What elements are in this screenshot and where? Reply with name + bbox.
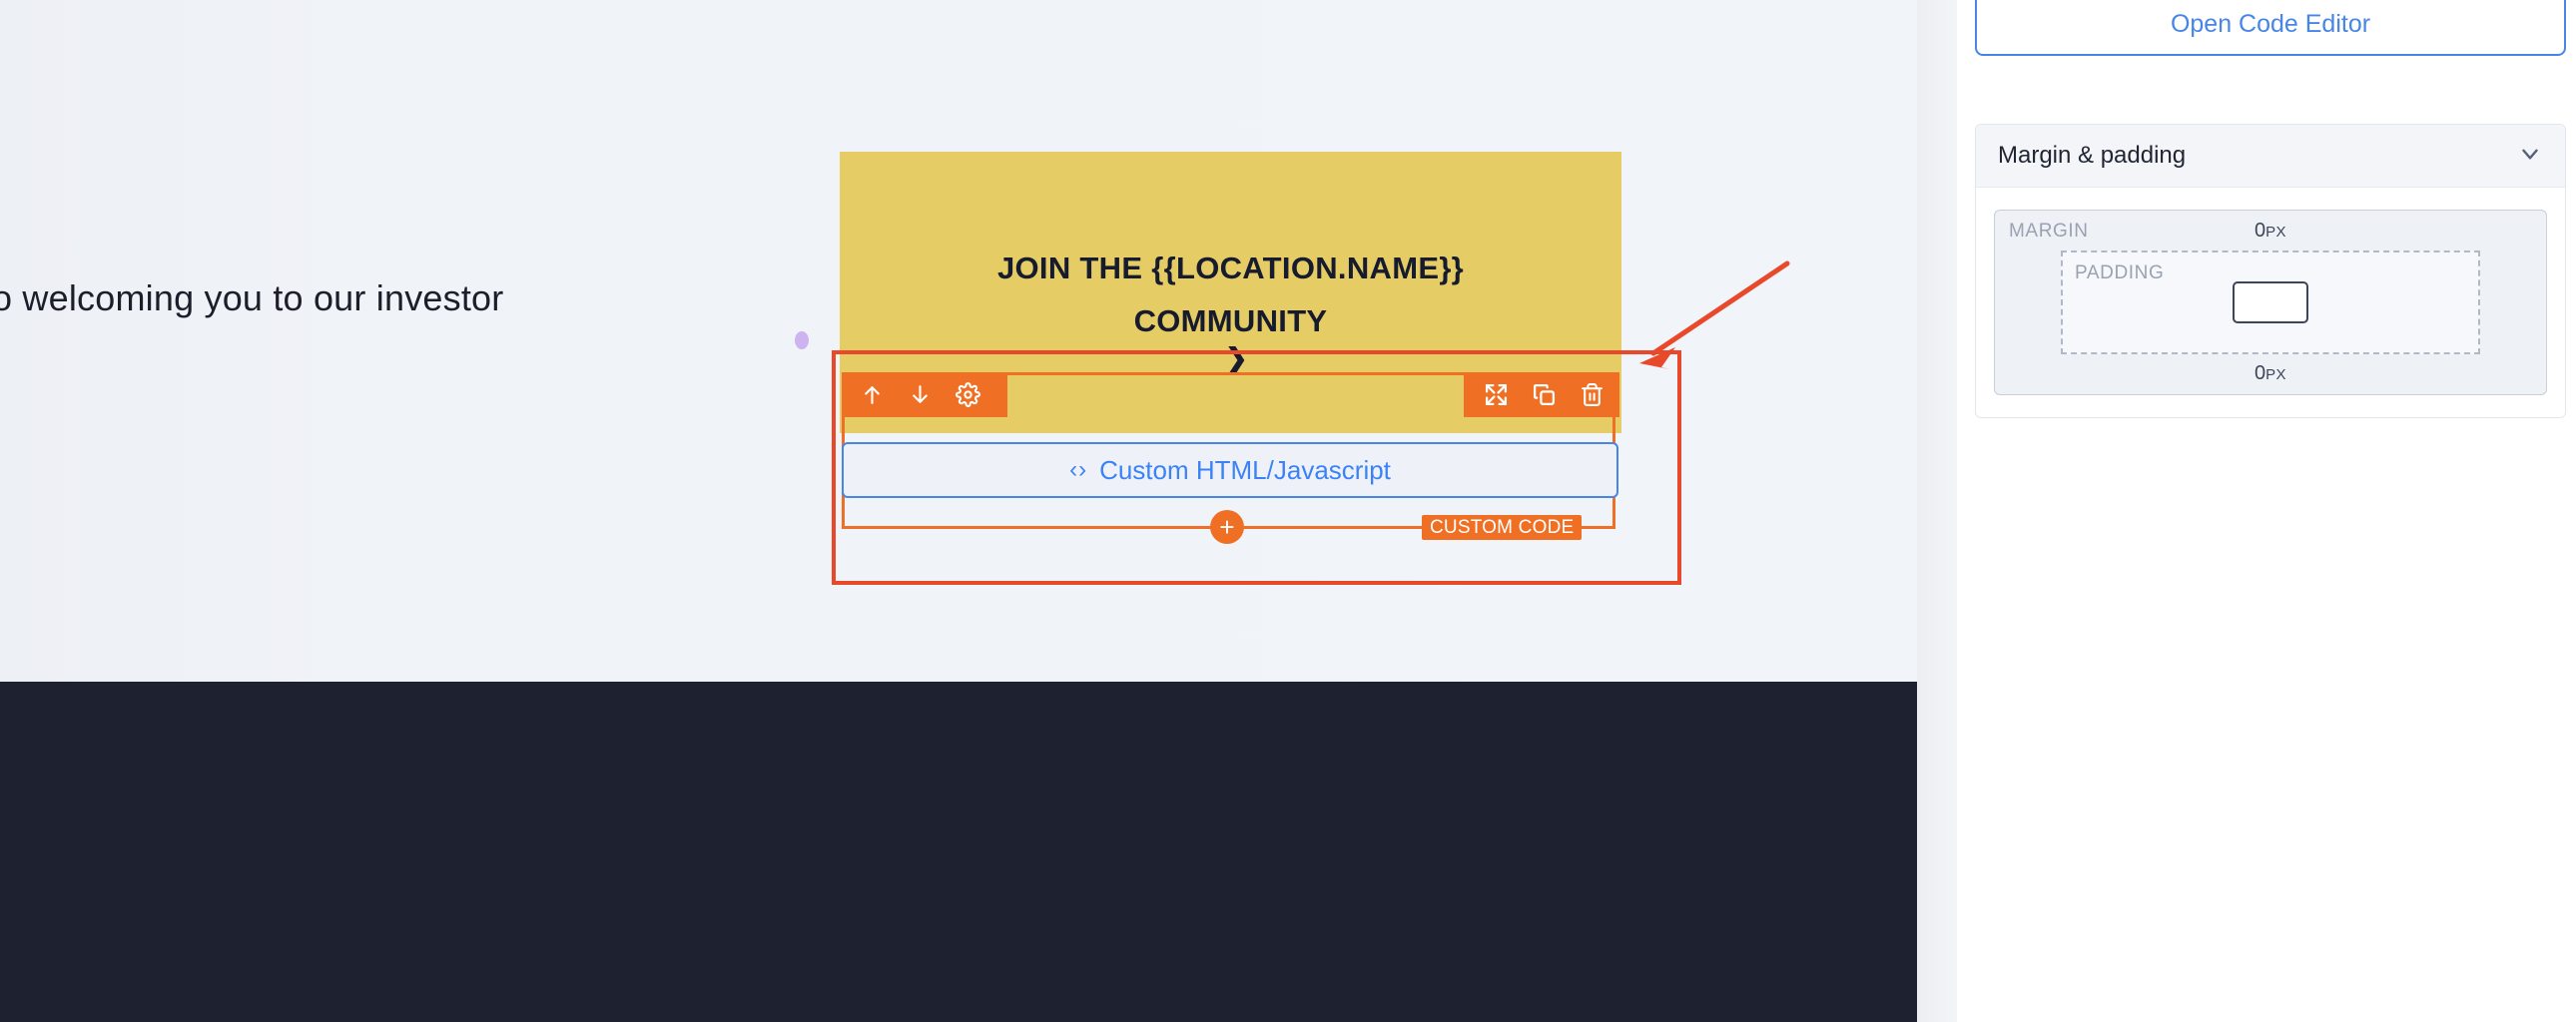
chevron-down-icon[interactable] [2517,141,2543,172]
margin-padding-accordion: Margin & padding MARGIN 0PX PADDING 0PX [1975,124,2566,418]
margin-padding-accordion-body: MARGIN 0PX PADDING 0PX [1976,188,2565,417]
hero-paragraph[interactable]: o welcoming you to our investor [0,276,503,320]
padding-label: PADDING [2075,262,2165,283]
margin-top-unit: PX [2265,224,2286,241]
preview-hero-section: o welcoming you to our investor JOIN THE… [0,0,1917,682]
editor-screen: o welcoming you to our investor JOIN THE… [0,0,2576,1022]
panel-gutter [1917,0,1957,1022]
delete-trash-icon[interactable] [1568,372,1615,417]
code-brackets-icon: ‹› [1069,456,1088,483]
element-toolbar-right [1464,372,1619,417]
settings-panel: Open Code Editor Margin & padding MARGIN… [1957,0,2576,1022]
custom-code-badge: CUSTOM CODE [1422,515,1583,540]
cta-heading-line-1: JOIN THE {{LOCATION.NAME}} [996,251,1465,285]
element-toolbar-left [842,372,1007,417]
move-down-icon[interactable] [896,372,944,417]
move-up-icon[interactable] [848,372,896,417]
cta-heading-line-2: COMMUNITY [1133,303,1328,338]
cta-banner-section[interactable]: JOIN THE {{LOCATION.NAME}} COMMUNITY [840,152,1621,370]
content-box[interactable] [2233,281,2308,323]
website-preview-canvas[interactable]: o welcoming you to our investor JOIN THE… [0,0,1917,1022]
expand-icon[interactable] [1472,372,1520,417]
custom-html-component-label: Custom HTML/Javascript [1099,454,1391,485]
duplicate-icon[interactable] [1520,372,1568,417]
open-code-editor-button[interactable]: Open Code Editor [1975,0,2566,56]
settings-gear-icon[interactable] [944,372,991,417]
cta-banner-heading: JOIN THE {{LOCATION.NAME}} COMMUNITY [840,242,1621,347]
red-arrow-annotation [1639,260,1790,369]
preview-footer-section[interactable]: ne}} estment and ment ocus on erties. Ph… [0,682,1917,1022]
padding-box[interactable]: PADDING [2061,251,2480,354]
add-element-button[interactable]: + [1210,510,1244,544]
decorative-dot [795,331,809,349]
custom-html-component[interactable]: ‹› Custom HTML/Javascript [842,442,1618,498]
margin-top-number: 0 [2254,220,2266,242]
margin-bottom-value[interactable]: 0PX [1995,362,2546,385]
margin-bottom-unit: PX [2265,366,2286,383]
chevron-right-icon[interactable]: ❯ [1225,345,1248,372]
margin-top-value[interactable]: 0PX [1995,220,2546,243]
margin-padding-accordion-title: Margin & padding [1998,142,2187,169]
margin-box[interactable]: MARGIN 0PX PADDING 0PX [1994,210,2547,395]
margin-padding-accordion-header[interactable]: Margin & padding [1976,125,2565,188]
margin-bottom-number: 0 [2254,362,2266,384]
